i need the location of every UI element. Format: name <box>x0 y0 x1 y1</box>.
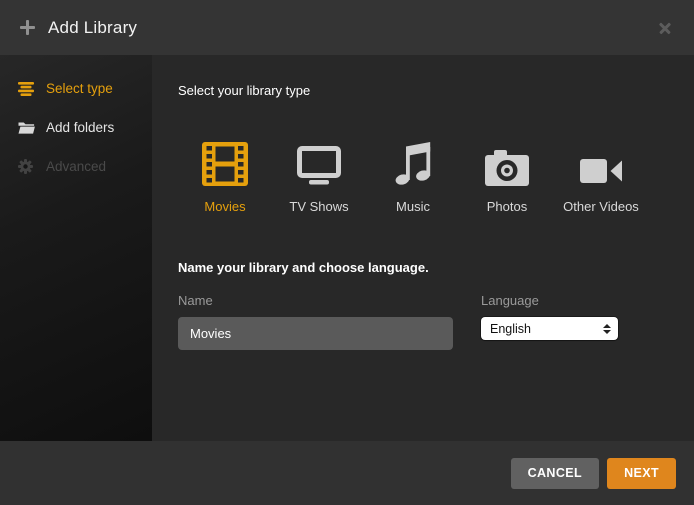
video-camera-icon <box>554 138 648 186</box>
library-name-input[interactable] <box>178 317 453 350</box>
language-field-group: Language English <box>481 293 618 350</box>
tv-icon <box>272 138 366 186</box>
type-option-label: TV Shows <box>272 199 366 214</box>
dialog-body: Select type Add folders <box>0 55 694 441</box>
library-type-picker: Movies TV Shows <box>178 138 668 214</box>
select-type-icon <box>18 81 35 96</box>
sidebar-item-label: Add folders <box>46 120 114 135</box>
type-option-label: Movies <box>178 199 272 214</box>
name-field-label: Name <box>178 293 453 308</box>
type-option-tv-shows[interactable]: TV Shows <box>272 138 366 214</box>
select-type-panel: Select your library type <box>152 55 694 441</box>
dialog-title: Add Library <box>48 18 137 38</box>
cancel-button[interactable]: CANCEL <box>511 458 599 489</box>
type-option-label: Other Videos <box>554 199 648 214</box>
folder-icon <box>18 120 35 135</box>
dialog-header: Add Library <box>0 0 694 55</box>
language-select[interactable]: English <box>481 317 618 340</box>
add-library-dialog: Add Library Select type <box>0 0 694 505</box>
select-arrows-icon <box>603 324 611 334</box>
dialog-footer: CANCEL NEXT <box>0 441 694 505</box>
type-option-label: Music <box>366 199 460 214</box>
sidebar-item-advanced[interactable]: Advanced <box>0 147 152 186</box>
sidebar-item-label: Advanced <box>46 159 106 174</box>
type-option-photos[interactable]: Photos <box>460 138 554 214</box>
film-icon <box>178 138 272 186</box>
language-field-label: Language <box>481 293 618 308</box>
sidebar-item-add-folders[interactable]: Add folders <box>0 108 152 147</box>
sidebar-item-select-type[interactable]: Select type <box>0 69 152 108</box>
gear-icon <box>18 159 35 174</box>
name-language-heading: Name your library and choose language. <box>178 260 668 275</box>
music-note-icon <box>366 138 460 186</box>
type-option-music[interactable]: Music <box>366 138 460 214</box>
next-button[interactable]: NEXT <box>607 458 676 489</box>
language-selected-value: English <box>490 322 531 336</box>
name-language-fields: Name Language English <box>178 293 668 350</box>
type-option-label: Photos <box>460 199 554 214</box>
wizard-steps-sidebar: Select type Add folders <box>0 55 152 441</box>
plus-icon <box>20 20 35 35</box>
camera-icon <box>460 138 554 186</box>
sidebar-item-label: Select type <box>46 81 113 96</box>
library-type-heading: Select your library type <box>178 83 668 98</box>
close-icon[interactable] <box>656 19 674 37</box>
type-option-movies[interactable]: Movies <box>178 138 272 214</box>
type-option-other-videos[interactable]: Other Videos <box>554 138 648 214</box>
name-field-group: Name <box>178 293 453 350</box>
